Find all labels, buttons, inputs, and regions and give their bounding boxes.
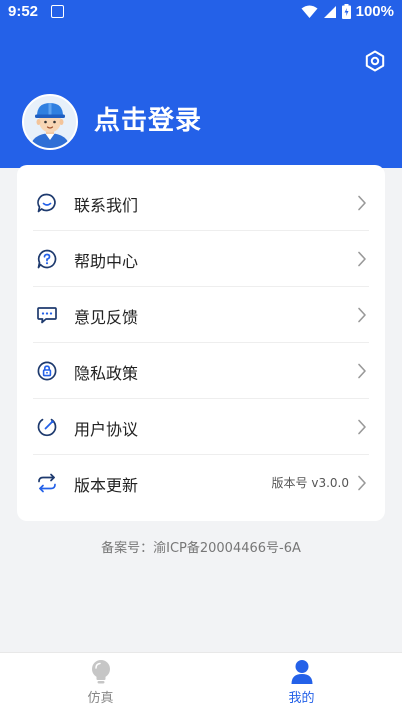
status-time: 9:52 xyxy=(8,3,39,20)
menu-item-user-agreement[interactable]: 用户协议 xyxy=(17,399,385,455)
bulb-icon xyxy=(89,659,113,685)
menu-item-version-update[interactable]: 版本更新 版本号 v3.0.0 xyxy=(17,455,385,511)
menu-item-feedback[interactable]: 意见反馈 xyxy=(17,287,385,343)
menu-item-privacy-policy[interactable]: 隐私政策 xyxy=(17,343,385,399)
menu-item-label: 隐私政策 xyxy=(74,364,139,383)
wifi-icon xyxy=(301,5,318,18)
menu-item-label: 版本更新 xyxy=(74,476,139,495)
signal-icon xyxy=(323,5,336,18)
profile-header: 点击登录 xyxy=(0,24,402,168)
menu-item-label: 联系我们 xyxy=(74,196,139,215)
login-link[interactable]: 点击登录 xyxy=(94,100,202,137)
chevron-right-icon xyxy=(357,195,367,211)
update-icon xyxy=(36,472,58,494)
help-icon xyxy=(36,248,58,270)
chevron-right-icon xyxy=(357,363,367,379)
avatar[interactable] xyxy=(22,94,78,150)
menu-item-label: 用户协议 xyxy=(74,420,139,439)
worker-avatar-icon xyxy=(24,96,76,148)
status-indicators: 100% xyxy=(301,3,394,20)
menu-card: 联系我们 帮助中心 意见反馈 隐私政策 用户协议 版本更新 版本号 v3.0.0 xyxy=(17,165,385,521)
chevron-right-icon xyxy=(357,307,367,323)
version-number: 版本号 v3.0.0 xyxy=(271,476,349,490)
battery-icon xyxy=(341,4,351,19)
tab-label: 我的 xyxy=(288,691,315,706)
tab-simulation[interactable]: 仿真 xyxy=(0,653,201,708)
tab-label: 仿真 xyxy=(87,691,114,706)
chat-bubble-icon xyxy=(36,192,58,214)
bottom-tab-bar: 仿真 我的 xyxy=(0,652,402,708)
status-bar: 9:52 100% xyxy=(0,0,402,24)
notification-icon xyxy=(51,5,64,18)
icp-record: 备案号：渝ICP备20004466号-6A xyxy=(101,541,301,556)
menu-item-label: 帮助中心 xyxy=(74,252,139,271)
settings-icon[interactable] xyxy=(363,49,387,73)
menu-item-contact-us[interactable]: 联系我们 xyxy=(17,175,385,231)
feedback-icon xyxy=(36,304,58,326)
chevron-right-icon xyxy=(357,251,367,267)
menu-item-label: 意见反馈 xyxy=(74,308,139,327)
tab-mine[interactable]: 我的 xyxy=(201,653,402,708)
privacy-icon xyxy=(36,360,58,382)
chevron-right-icon xyxy=(357,419,367,435)
user-icon xyxy=(290,659,314,685)
agreement-icon xyxy=(36,416,58,438)
menu-item-help-center[interactable]: 帮助中心 xyxy=(17,231,385,287)
chevron-right-icon xyxy=(357,475,367,491)
battery-percent: 100% xyxy=(355,3,394,20)
